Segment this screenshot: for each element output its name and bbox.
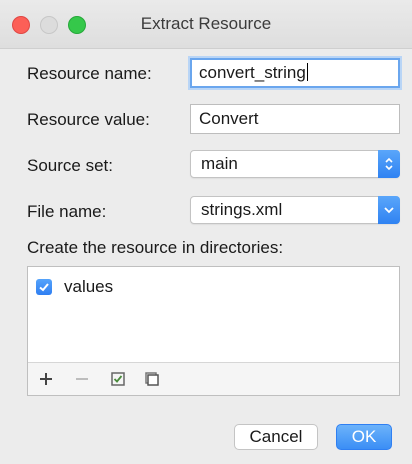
chevron-down-icon — [378, 196, 400, 224]
directories-label: Create the resource in directories: — [27, 238, 284, 257]
resource-value-label: Resource value: — [27, 110, 150, 129]
source-set-label: Source set: — [27, 156, 113, 175]
list-item[interactable]: values — [36, 277, 113, 297]
resource-value-value: Convert — [199, 109, 259, 128]
resource-value-input[interactable]: Convert — [190, 104, 400, 134]
resource-name-label: Resource name: — [27, 64, 152, 83]
unselect-all-icon[interactable] — [142, 369, 162, 389]
up-down-chevron-icon — [378, 150, 400, 178]
source-set-select[interactable]: main — [190, 150, 400, 178]
select-all-icon[interactable] — [108, 369, 128, 389]
title-bar: Extract Resource — [0, 0, 412, 49]
file-name-select[interactable]: strings.xml — [190, 196, 400, 224]
directory-label: values — [64, 277, 114, 296]
window-title: Extract Resource — [140, 14, 272, 33]
add-icon[interactable] — [36, 369, 56, 389]
text-caret — [306, 63, 308, 81]
file-name-label: File name: — [27, 202, 107, 221]
resource-name-value: convert_string — [199, 63, 306, 82]
directories-list[interactable]: values — [27, 266, 400, 396]
file-name-value: strings.xml — [201, 200, 283, 219]
list-toolbar — [28, 362, 399, 395]
checkbox-checked-icon[interactable] — [36, 279, 52, 295]
resource-name-input[interactable]: convert_string — [190, 58, 400, 88]
remove-icon[interactable] — [72, 369, 92, 389]
cancel-button[interactable]: Cancel — [234, 424, 318, 450]
ok-button[interactable]: OK — [336, 424, 392, 450]
source-set-value: main — [201, 154, 238, 173]
